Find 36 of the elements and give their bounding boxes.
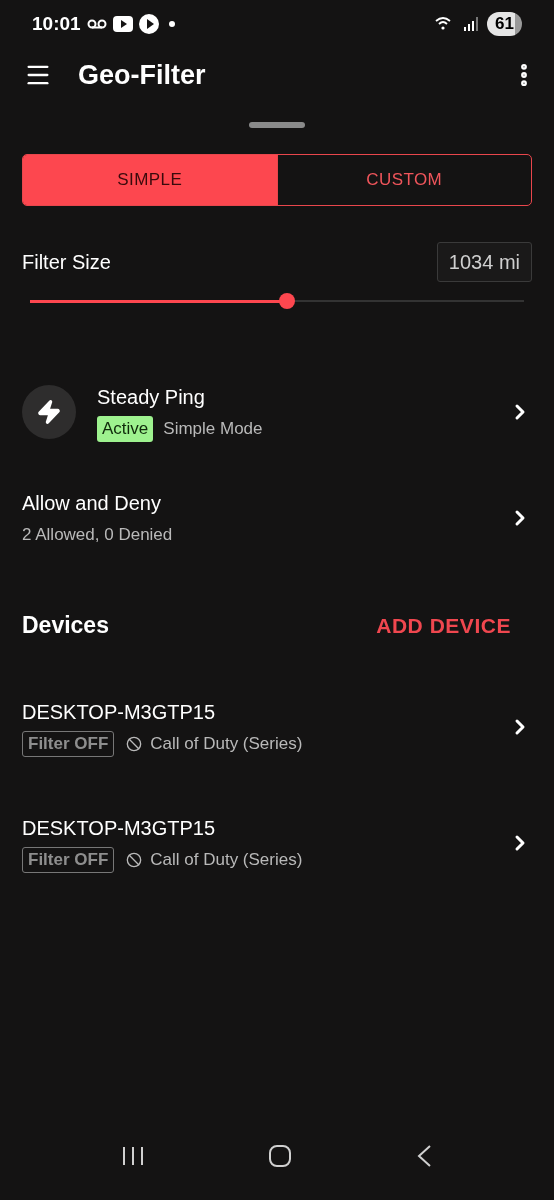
filter-status-tag: Filter OFF xyxy=(22,730,115,757)
item-title: Steady Ping xyxy=(97,385,206,410)
blocked-icon xyxy=(126,851,143,868)
device-name: DESKTOP-M3GTP15 xyxy=(22,815,217,841)
dot-icon xyxy=(168,21,175,27)
item-title: Allow and Deny xyxy=(22,491,162,517)
play-circle-icon xyxy=(138,14,159,34)
mode-tab[interactable]: CUSTOM xyxy=(276,155,531,205)
device-item[interactable]: DESKTOP-M3GTP15 Filter OFF Call of Duty (Series) xyxy=(0,696,554,757)
filter-size-value: 1034 mi xyxy=(436,242,532,282)
bolt-icon xyxy=(22,385,76,439)
mode-tab[interactable]: SIMPLE xyxy=(23,155,277,205)
settings-item[interactable]: Allow and Deny 2 Allowed, 0 Denied xyxy=(0,488,554,548)
game-label: Call of Duty (Series) xyxy=(150,732,303,755)
home-icon[interactable] xyxy=(268,1144,292,1168)
voicemail-icon xyxy=(86,19,107,29)
signal-icon xyxy=(463,16,480,32)
status-badge: Active xyxy=(97,416,154,442)
game-label: Call of Duty (Series) xyxy=(150,848,303,871)
item-subtitle: Simple Mode xyxy=(163,418,263,441)
device-name: DESKTOP-M3GTP15 xyxy=(22,699,217,725)
drag-handle[interactable] xyxy=(249,122,305,128)
filter-status-tag: Filter OFF xyxy=(22,846,115,873)
filter-size-label: Filter Size xyxy=(22,250,111,275)
blocked-icon xyxy=(126,735,143,752)
add-device-button[interactable]: ADD DEVICE xyxy=(376,609,511,641)
video-play-icon xyxy=(112,16,133,32)
back-icon[interactable] xyxy=(416,1144,432,1168)
devices-heading: Devices xyxy=(22,611,109,640)
recent-apps-icon[interactable] xyxy=(122,1145,144,1167)
app-title: Geo-Filter xyxy=(78,58,207,92)
status-time: 10:01 xyxy=(32,11,81,36)
device-item[interactable]: DESKTOP-M3GTP15 Filter OFF Call of Duty (Series) xyxy=(0,812,554,873)
battery-indicator: 61 xyxy=(487,12,522,36)
item-subtitle: 2 Allowed, 0 Denied xyxy=(22,524,173,547)
settings-item[interactable]: Steady Ping Active Simple Mode xyxy=(0,382,554,442)
